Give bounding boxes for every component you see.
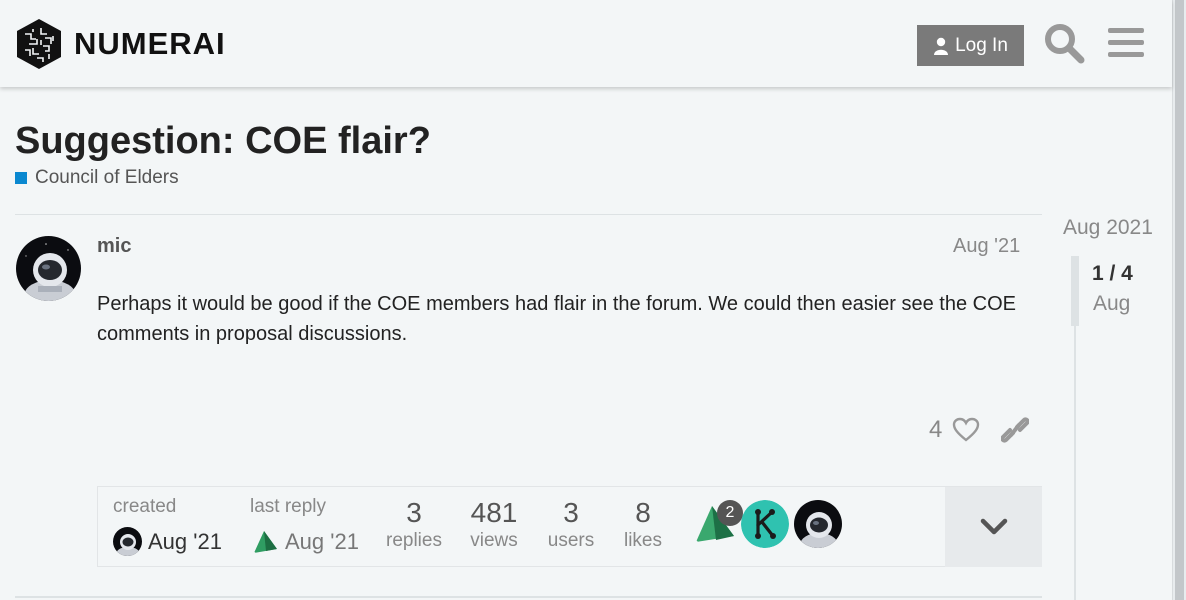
created-label: created bbox=[113, 496, 177, 517]
astronaut-avatar-icon bbox=[794, 500, 842, 548]
avatar[interactable] bbox=[250, 527, 279, 556]
timeline-handle[interactable] bbox=[1071, 256, 1079, 326]
likes-count: 8 bbox=[635, 497, 651, 528]
post-date[interactable]: Aug '21 bbox=[953, 235, 1020, 258]
k-letter-avatar-icon bbox=[741, 500, 789, 548]
link-icon[interactable] bbox=[1001, 415, 1029, 445]
topic-title: Suggestion: COE flair? bbox=[15, 120, 431, 162]
participant-avatar[interactable] bbox=[794, 500, 842, 548]
green-pyramid-avatar-icon bbox=[250, 527, 279, 556]
users-label: users bbox=[547, 530, 595, 551]
heart-icon[interactable] bbox=[952, 416, 980, 444]
created-info: Aug '21 bbox=[113, 527, 222, 556]
hamburger-menu-icon[interactable] bbox=[1106, 25, 1146, 61]
replies-stat: 3 replies bbox=[386, 497, 442, 553]
login-button[interactable]: Log In bbox=[917, 25, 1024, 66]
users-count: 3 bbox=[563, 497, 579, 528]
user-icon bbox=[934, 37, 949, 55]
search-icon[interactable] bbox=[1043, 22, 1085, 64]
post-body: Perhaps it would be good if the COE memb… bbox=[97, 293, 1016, 345]
brand-name: NUMERAI bbox=[74, 26, 226, 61]
last-reply-date: Aug '21 bbox=[285, 528, 359, 554]
created-date: Aug '21 bbox=[148, 528, 222, 554]
replies-label: replies bbox=[386, 530, 442, 551]
login-label: Log In bbox=[955, 34, 1008, 56]
last-reply-label[interactable]: last reply bbox=[250, 496, 326, 518]
category-name: Council of Elders bbox=[35, 167, 179, 188]
site-logo[interactable]: NUMERAI bbox=[15, 18, 226, 70]
participant-avatar[interactable] bbox=[741, 500, 789, 548]
timeline-start-date[interactable]: Aug 2021 bbox=[1063, 216, 1153, 240]
views-count: 481 bbox=[470, 497, 518, 528]
topic-map: created Aug '21 last reply Aug '21 3 rep… bbox=[97, 486, 1042, 567]
likes-stat: 8 likes bbox=[618, 497, 668, 553]
numerai-logo-icon bbox=[17, 19, 61, 69]
likes-label: likes bbox=[623, 530, 662, 551]
replies-count: 3 bbox=[406, 497, 422, 528]
page-scrollbar[interactable] bbox=[1172, 0, 1186, 600]
post-username[interactable]: mic bbox=[97, 235, 131, 258]
expand-topic-map-button[interactable] bbox=[945, 487, 1042, 567]
site-header: NUMERAI Log In bbox=[0, 0, 1172, 87]
views-label: views bbox=[470, 530, 518, 551]
chevron-down-icon bbox=[980, 518, 1007, 535]
like-count[interactable]: 4 bbox=[929, 416, 942, 444]
astronaut-avatar-icon bbox=[16, 236, 81, 301]
astronaut-avatar-icon bbox=[113, 527, 142, 556]
category-link[interactable]: Council of Elders bbox=[15, 167, 179, 189]
post-divider bbox=[15, 596, 1042, 598]
category-color-badge bbox=[15, 172, 27, 184]
post-divider bbox=[15, 214, 1042, 215]
users-stat: 3 users bbox=[544, 497, 598, 553]
views-stat: 481 views bbox=[466, 497, 522, 553]
avatar[interactable] bbox=[16, 236, 81, 301]
last-reply-info[interactable]: Aug '21 bbox=[250, 527, 359, 556]
scrollbar-thumb[interactable] bbox=[1175, 0, 1184, 600]
timeline-current-date: Aug bbox=[1093, 292, 1131, 315]
participant-post-count-badge: 2 bbox=[717, 500, 743, 526]
avatar[interactable] bbox=[113, 527, 142, 556]
timeline-position: 1 / 4 bbox=[1092, 262, 1133, 285]
